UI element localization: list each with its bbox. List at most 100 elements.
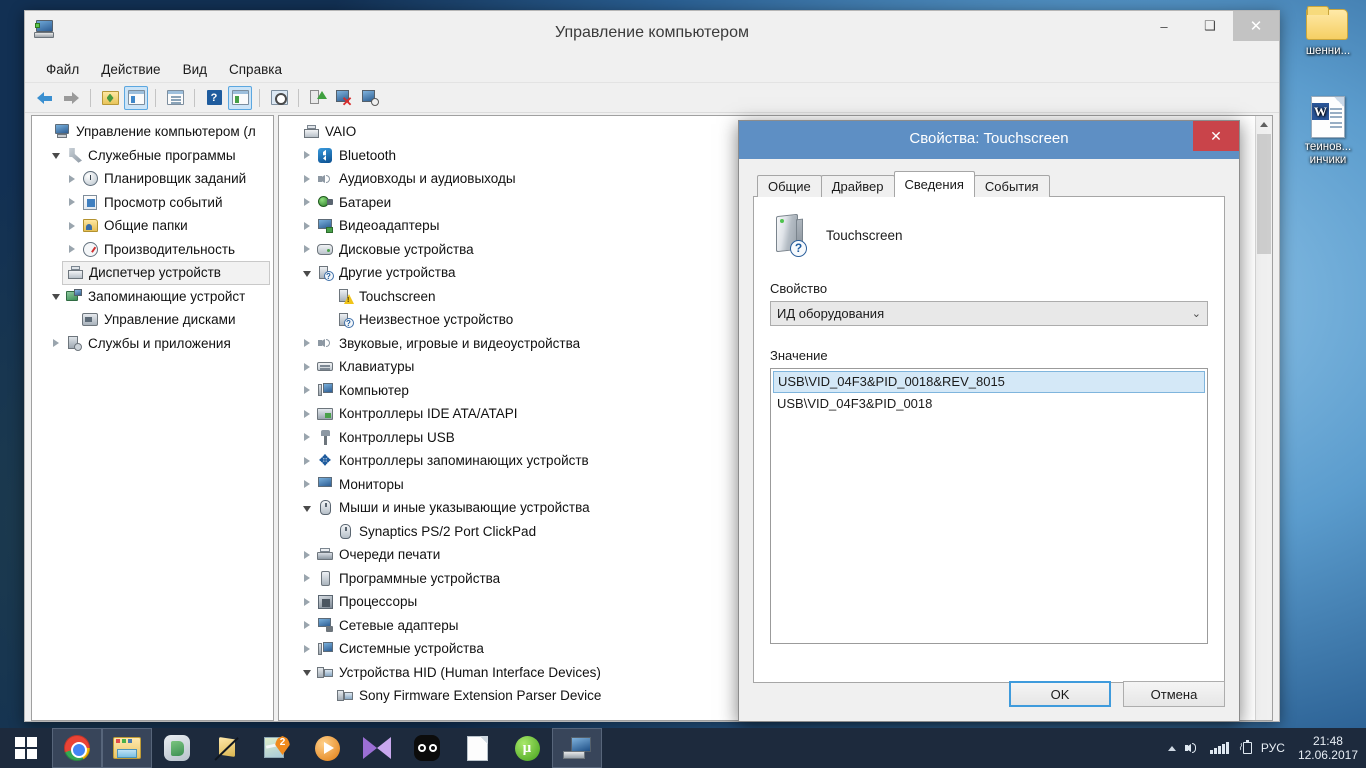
taskbar-utorrent[interactable]: µ (502, 728, 552, 768)
expander-closed-icon[interactable] (299, 456, 315, 465)
expander-closed-icon[interactable] (64, 174, 80, 183)
console-tree-pane[interactable]: Управление компьютером (л Служебные прог… (31, 115, 274, 721)
taskbar-chrome[interactable] (52, 728, 102, 768)
menu-view[interactable]: Вид (172, 59, 218, 80)
tab-driver[interactable]: Драйвер (820, 175, 895, 197)
toolbar[interactable]: ? ✕ (25, 83, 1279, 113)
ok-button[interactable]: OK (1009, 681, 1111, 707)
property-dropdown[interactable]: ИД оборудования ⌄ (770, 301, 1208, 326)
expander-closed-icon[interactable] (299, 621, 315, 630)
dialog-title-bar[interactable]: Свойства: Touchscreen ✕ (739, 121, 1239, 159)
language-indicator[interactable]: РУС (1261, 741, 1285, 755)
show-action-pane-button[interactable] (228, 85, 252, 110)
tree-item-shared-folders[interactable]: Общие папки (32, 214, 273, 238)
tree-item-disk-management[interactable]: Управление дисками (32, 308, 273, 332)
scan-hardware-button[interactable] (267, 86, 291, 110)
device-tree-scrollbar[interactable] (1255, 116, 1272, 720)
menu-file[interactable]: Файл (35, 59, 90, 80)
tab-details[interactable]: Сведения (893, 171, 975, 197)
help-button[interactable]: ? (202, 86, 226, 110)
taskbar-explorer[interactable] (102, 728, 152, 768)
dialog-close-button[interactable]: ✕ (1193, 121, 1239, 151)
maximize-button[interactable]: ❑ (1187, 11, 1233, 41)
desktop[interactable]: шенни... W теинов... инчики Управление к… (0, 0, 1366, 768)
expander-closed-icon[interactable] (64, 221, 80, 230)
expander-open-icon[interactable] (299, 269, 315, 277)
expander-closed-icon[interactable] (299, 550, 315, 559)
expander-closed-icon[interactable] (299, 574, 315, 583)
tab-events[interactable]: События (973, 175, 1050, 197)
value-listbox[interactable]: USB\VID_04F3&PID_0018&REV_8015 USB\VID_0… (770, 368, 1208, 644)
menu-help[interactable]: Справка (218, 59, 293, 80)
add-device-button[interactable] (358, 86, 382, 110)
value-list-item[interactable]: USB\VID_04F3&PID_0018 (773, 393, 1205, 414)
show-console-tree-button[interactable] (124, 85, 148, 110)
battery-charging-icon[interactable]: ⌇ (1238, 740, 1252, 755)
taskbar-items[interactable]: 2 µ (52, 728, 602, 768)
desktop-icon-folder[interactable]: шенни... (1286, 6, 1366, 58)
taskbar-mpc[interactable] (352, 728, 402, 768)
expander-closed-icon[interactable] (299, 480, 315, 489)
menu-bar[interactable]: Файл Действие Вид Справка (25, 57, 1279, 83)
expander-closed-icon[interactable] (299, 245, 315, 254)
expander-open-icon[interactable] (299, 504, 315, 512)
scroll-up-button[interactable] (1256, 116, 1272, 133)
expander-closed-icon[interactable] (299, 151, 315, 160)
start-button[interactable] (0, 728, 52, 768)
expander-closed-icon[interactable] (299, 386, 315, 395)
network-signal-icon[interactable] (1210, 742, 1229, 754)
expander-open-icon[interactable] (48, 151, 64, 160)
taskbar-media-player[interactable] (302, 728, 352, 768)
window-controls[interactable]: – ❑ ✕ (1141, 11, 1279, 41)
touchscreen-properties-dialog[interactable]: Свойства: Touchscreen ✕ Общие Драйвер Св… (738, 120, 1240, 722)
close-button[interactable]: ✕ (1233, 11, 1279, 41)
tree-item-performance[interactable]: Производительность (32, 238, 273, 262)
console-tree[interactable]: Управление компьютером (л Служебные прог… (32, 116, 273, 355)
update-driver-button[interactable] (306, 86, 330, 110)
up-folder-button[interactable] (98, 86, 122, 110)
tree-item-event-viewer[interactable]: Просмотр событий (32, 191, 273, 215)
taskbar-computer-management[interactable] (552, 728, 602, 768)
window-title-bar[interactable]: Управление компьютером – ❑ ✕ (25, 11, 1279, 57)
clock[interactable]: 21:48 12.06.2017 (1294, 734, 1358, 762)
taskbar-punto[interactable] (402, 728, 452, 768)
show-hidden-icons-icon[interactable] (1168, 745, 1177, 751)
expander-closed-icon[interactable] (299, 597, 315, 606)
taskbar-maps[interactable]: 2 (252, 728, 302, 768)
scrollbar-thumb[interactable] (1257, 134, 1271, 254)
expander-closed-icon[interactable] (299, 198, 315, 207)
cancel-button[interactable]: Отмена (1123, 681, 1225, 707)
tree-item-computer-management[interactable]: Управление компьютером (л (32, 120, 273, 144)
tree-item-task-scheduler[interactable]: Планировщик заданий (32, 167, 273, 191)
minimize-button[interactable]: – (1141, 11, 1187, 41)
expander-open-icon[interactable] (48, 292, 64, 301)
menu-action[interactable]: Действие (90, 59, 171, 80)
volume-icon[interactable] (1185, 741, 1201, 755)
taskbar-onenote[interactable] (152, 728, 202, 768)
properties-button[interactable] (163, 86, 187, 110)
value-list-item[interactable]: USB\VID_04F3&PID_0018&REV_8015 (773, 371, 1205, 393)
disable-device-button[interactable]: ✕ (332, 86, 356, 110)
dialog-buttons[interactable]: OK Отмена (1009, 681, 1225, 707)
tree-item-storage[interactable]: Запоминающие устройст (32, 285, 273, 309)
forward-button[interactable] (59, 86, 83, 110)
expander-closed-icon[interactable] (48, 339, 64, 348)
expander-closed-icon[interactable] (64, 198, 80, 207)
expander-closed-icon[interactable] (299, 339, 315, 348)
system-tray[interactable]: ⌇ РУС 21:48 12.06.2017 (1168, 734, 1366, 762)
tree-item-services-and-applications[interactable]: Службы и приложения (32, 332, 273, 356)
expander-closed-icon[interactable] (299, 644, 315, 653)
taskbar-paint[interactable] (202, 728, 252, 768)
dialog-tabs[interactable]: Общие Драйвер Сведения События (753, 171, 1225, 197)
expander-closed-icon[interactable] (299, 362, 315, 371)
expander-open-icon[interactable] (299, 668, 315, 677)
desktop-icon-word-document[interactable]: W теинов... инчики (1286, 96, 1366, 167)
tree-item-device-manager[interactable]: Диспетчер устройств (62, 261, 270, 285)
expander-closed-icon[interactable] (64, 245, 80, 254)
back-button[interactable] (33, 86, 57, 110)
expander-closed-icon[interactable] (299, 221, 315, 230)
tab-general[interactable]: Общие (757, 175, 822, 197)
expander-closed-icon[interactable] (299, 433, 315, 442)
expander-closed-icon[interactable] (299, 174, 315, 183)
taskbar-notepad[interactable] (452, 728, 502, 768)
